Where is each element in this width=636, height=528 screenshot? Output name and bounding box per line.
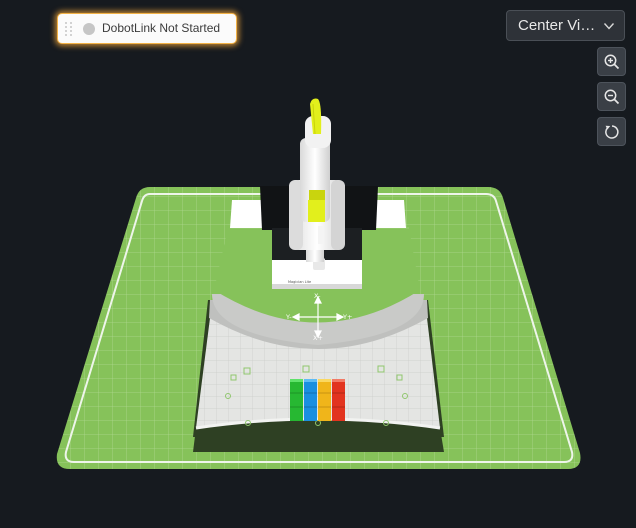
axis-label-y-plus: Y+ <box>342 313 352 321</box>
simulation-viewport[interactable]: X- X+ Y- Y+ Magician Lite <box>0 0 636 528</box>
status-text: DobotLink Not Started <box>102 21 221 35</box>
zoom-out-icon <box>604 89 619 104</box>
reset-view-button[interactable] <box>597 117 626 146</box>
zoom-in-icon <box>604 54 619 69</box>
zoom-out-button[interactable] <box>597 82 626 111</box>
block-column-green <box>290 379 303 421</box>
status-dot <box>83 23 95 35</box>
axis-label-y-minus: Y- <box>285 313 292 321</box>
view-select[interactable]: Center View <box>506 10 625 41</box>
block-column-blue <box>304 379 317 421</box>
drag-handle-icon[interactable] <box>65 22 73 36</box>
dobotlink-status-pill[interactable]: DobotLink Not Started <box>57 13 237 44</box>
axis-label-x-minus: X- <box>314 292 321 300</box>
block-column-yellow <box>318 379 331 421</box>
zoom-in-button[interactable] <box>597 47 626 76</box>
block-column-red <box>332 379 345 421</box>
chevron-down-icon <box>603 23 615 30</box>
reset-icon <box>604 124 619 139</box>
axis-label-x-plus: X+ <box>313 334 323 342</box>
robot-model-label: Magician Lite <box>288 280 311 284</box>
robot-arm <box>289 98 345 270</box>
view-select-value: Center View <box>518 17 596 34</box>
